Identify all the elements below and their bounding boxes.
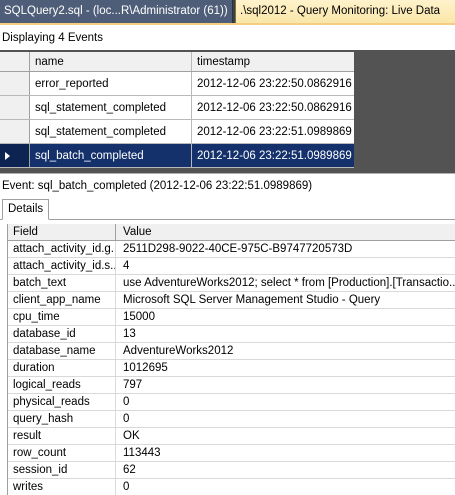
- detail-row[interactable]: duration 1012695: [8, 360, 455, 377]
- detail-row[interactable]: attach_activity_id.s... 4: [8, 258, 455, 275]
- current-row-arrow-icon: [5, 152, 10, 160]
- detail-row[interactable]: cpu_time 15000: [8, 309, 455, 326]
- event-row[interactable]: sql_statement_completed 2012-12-06 23:22…: [0, 96, 354, 120]
- detail-row[interactable]: batch_text use AdventureWorks2012; selec…: [8, 275, 455, 292]
- detail-row[interactable]: result OK: [8, 428, 455, 445]
- detail-value-cell: 62: [123, 464, 136, 476]
- event-timestamp-cell: 2012-12-06 23:22:51.0989869: [197, 126, 352, 138]
- tab-sqlquery2[interactable]: SQLQuery2.sql - (loc...R\Administrator (…: [0, 0, 233, 23]
- detail-field-cell: duration: [8, 360, 116, 376]
- detail-value-cell: 2511D298-9022-40CE-975C-B9747720573D: [123, 243, 353, 255]
- detail-value-cell: 1012695: [123, 362, 168, 374]
- detail-field-cell: result: [8, 428, 116, 444]
- row-header[interactable]: [0, 96, 30, 119]
- events-grid: name timestamp error_reported 2012-12-06…: [0, 52, 354, 168]
- detail-row[interactable]: database_id 13: [8, 326, 455, 343]
- column-header-field[interactable]: Field: [8, 224, 116, 240]
- detail-row[interactable]: database_name AdventureWorks2012: [8, 343, 455, 360]
- detail-value-cell: use AdventureWorks2012; select * from [P…: [123, 277, 455, 289]
- detail-field-cell: row_count: [8, 445, 116, 461]
- detail-row[interactable]: query_hash 0: [8, 411, 455, 428]
- detail-field-cell: query_hash: [8, 411, 116, 427]
- column-header-timestamp[interactable]: timestamp: [192, 52, 354, 71]
- details-grid-header: Field Value: [8, 224, 455, 241]
- detail-value-cell: 0: [123, 396, 130, 408]
- detail-value-cell: 797: [123, 379, 143, 391]
- column-header-value[interactable]: Value: [116, 224, 455, 240]
- detail-row[interactable]: logical_reads 797: [8, 377, 455, 394]
- detail-row[interactable]: client_app_name Microsoft SQL Server Man…: [8, 292, 455, 309]
- detail-value-cell: Microsoft SQL Server Management Studio -…: [123, 294, 381, 306]
- detail-row[interactable]: physical_reads 0: [8, 394, 455, 411]
- details-tab-bar: Details: [0, 197, 455, 220]
- detail-field-cell: attach_activity_id.s...: [8, 258, 116, 274]
- event-count-status: Displaying 4 Events: [0, 26, 455, 50]
- detail-value-cell: 15000: [123, 311, 155, 323]
- event-timestamp-cell: 2012-12-06 23:22:51.0989869: [192, 144, 354, 167]
- detail-field-cell: database_id: [8, 326, 116, 342]
- row-header[interactable]: [0, 72, 30, 95]
- detail-value-cell: 0: [123, 413, 130, 425]
- event-timestamp-cell: 2012-12-06 23:22:50.0862916: [197, 102, 352, 114]
- event-name-cell: sql_statement_completed: [30, 96, 192, 119]
- detail-value-cell: OK: [123, 430, 140, 442]
- detail-field-cell: batch_text: [8, 275, 116, 291]
- events-grid-area: name timestamp error_reported 2012-12-06…: [0, 50, 455, 173]
- selected-event-caption: Event: sql_batch_completed (2012-12-06 2…: [0, 173, 455, 197]
- tab-live-data[interactable]: .\sql2012 - Query Monitoring: Live Data: [235, 0, 455, 23]
- detail-field-cell: logical_reads: [8, 377, 116, 393]
- detail-row[interactable]: session_id 62: [8, 462, 455, 479]
- detail-value-cell: AdventureWorks2012: [123, 345, 234, 357]
- detail-row[interactable]: attach_activity_id.g... 2511D298-9022-40…: [8, 241, 455, 258]
- detail-value-cell: 113443: [123, 447, 161, 459]
- column-header-name[interactable]: name: [30, 52, 192, 71]
- detail-field-cell: client_app_name: [8, 292, 116, 308]
- detail-field-cell: database_name: [8, 343, 116, 359]
- events-grid-header: name timestamp: [0, 52, 354, 72]
- event-timestamp-cell: 2012-12-06 23:22:50.0862916: [197, 78, 352, 90]
- row-header[interactable]: [0, 144, 30, 167]
- event-row-selected[interactable]: sql_batch_completed 2012-12-06 23:22:51.…: [0, 144, 354, 168]
- document-tab-strip: SQLQuery2.sql - (loc...R\Administrator (…: [0, 0, 455, 25]
- row-header-corner: [0, 52, 30, 71]
- detail-field-cell: writes: [8, 479, 116, 495]
- detail-field-cell: attach_activity_id.g...: [8, 241, 116, 257]
- event-row[interactable]: sql_statement_completed 2012-12-06 23:22…: [0, 120, 354, 144]
- detail-row[interactable]: writes 0: [8, 479, 455, 495]
- detail-field-cell: physical_reads: [8, 394, 116, 410]
- detail-value-cell: 0: [123, 481, 130, 493]
- detail-value-cell: 13: [123, 328, 136, 340]
- event-name-cell: sql_batch_completed: [30, 144, 192, 167]
- details-grid: Field Value attach_activity_id.g... 2511…: [7, 224, 455, 495]
- event-name-cell: error_reported: [30, 72, 192, 95]
- detail-field-cell: session_id: [8, 462, 116, 478]
- event-name-cell: sql_statement_completed: [30, 120, 192, 143]
- event-row[interactable]: error_reported 2012-12-06 23:22:50.08629…: [0, 72, 354, 96]
- detail-row[interactable]: row_count 113443: [8, 445, 455, 462]
- row-header[interactable]: [0, 120, 30, 143]
- tab-details[interactable]: Details: [2, 199, 50, 220]
- detail-value-cell: 4: [123, 260, 130, 272]
- detail-field-cell: cpu_time: [8, 309, 116, 325]
